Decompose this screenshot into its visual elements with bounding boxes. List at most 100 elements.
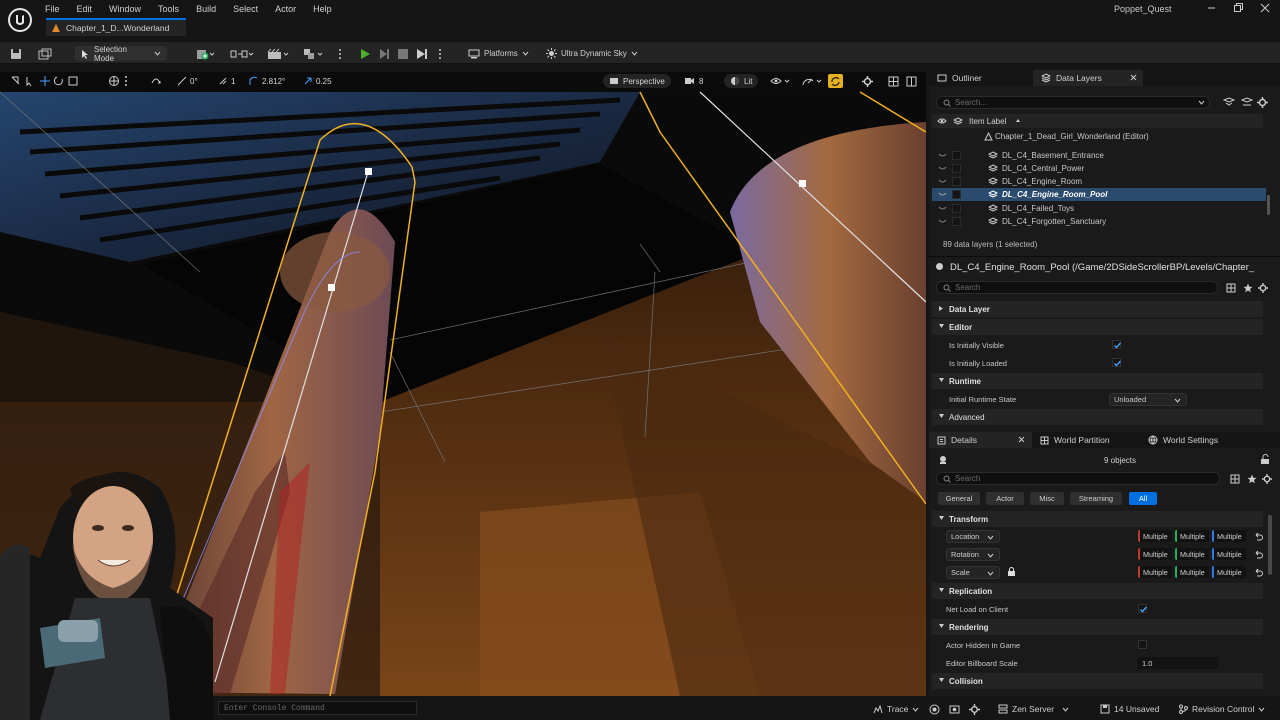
trace-settings-icon[interactable] bbox=[969, 703, 980, 715]
tab-data-layers[interactable]: Data Layers bbox=[1033, 70, 1143, 86]
visibility-eye-icon[interactable] bbox=[938, 178, 947, 185]
tab-world-partition[interactable]: World Partition bbox=[1032, 432, 1140, 448]
reset-rotation-icon[interactable] bbox=[1254, 550, 1263, 559]
loaded-checkbox[interactable] bbox=[952, 217, 961, 226]
unsaved-indicator[interactable]: 14 Unsaved bbox=[1100, 703, 1159, 715]
visibility-eye-icon[interactable] bbox=[938, 191, 947, 198]
rotation-y-field[interactable]: Multiple bbox=[1175, 548, 1209, 560]
surface-snap-icon[interactable] bbox=[150, 74, 162, 88]
loaded-checkbox[interactable] bbox=[952, 190, 961, 199]
menu-help[interactable]: Help bbox=[313, 4, 332, 14]
visibility-eye-icon[interactable] bbox=[938, 165, 947, 172]
viewport-settings-icon[interactable] bbox=[862, 74, 876, 88]
scale-snap-control[interactable]: 0.25 bbox=[303, 74, 332, 88]
filter-misc[interactable]: Misc bbox=[1030, 492, 1064, 505]
zen-server-dropdown[interactable]: Zen Server bbox=[998, 703, 1069, 715]
add-actor-icon[interactable] bbox=[196, 46, 216, 61]
list-item[interactable]: DL_C4_Engine_Room bbox=[932, 175, 1266, 188]
section-editor[interactable]: Editor bbox=[932, 319, 1263, 335]
details-scrollbar[interactable] bbox=[1268, 515, 1272, 575]
location-dropdown[interactable]: Location bbox=[946, 530, 1000, 543]
loaded-column-icon[interactable] bbox=[953, 117, 963, 125]
menu-build[interactable]: Build bbox=[196, 4, 216, 14]
loaded-checkbox[interactable] bbox=[952, 164, 961, 173]
menu-window[interactable]: Window bbox=[109, 4, 141, 14]
tab-world-settings[interactable]: World Settings bbox=[1140, 432, 1248, 448]
world-local-icon[interactable] bbox=[108, 74, 120, 88]
initially-visible-checkbox[interactable] bbox=[1112, 340, 1122, 349]
revision-control-dropdown[interactable]: Revision Control bbox=[1178, 703, 1265, 715]
rotation-dropdown[interactable]: Rotation bbox=[946, 548, 1000, 561]
play-options-kebab-icon[interactable] bbox=[438, 46, 442, 61]
record-icon[interactable] bbox=[929, 703, 940, 715]
filter-streaming[interactable]: Streaming bbox=[1070, 492, 1122, 505]
advance-frame-icon[interactable] bbox=[378, 46, 390, 61]
table-view-icon[interactable] bbox=[1230, 474, 1240, 484]
blueprint-icon[interactable] bbox=[230, 46, 254, 61]
launch-icon[interactable] bbox=[416, 46, 428, 61]
list-item[interactable]: DL_C4_Basement_Entrance bbox=[932, 149, 1266, 162]
reset-scale-icon[interactable] bbox=[1254, 568, 1263, 577]
cinematics-icon[interactable] bbox=[267, 46, 291, 61]
filter-general[interactable]: General bbox=[938, 492, 980, 505]
list-item[interactable]: DL_C4_Central_Power bbox=[932, 162, 1266, 175]
location-z-field[interactable]: Multiple bbox=[1212, 530, 1246, 542]
layer-details-search-input[interactable]: Search bbox=[936, 281, 1218, 294]
section-transform[interactable]: Transform bbox=[932, 511, 1263, 527]
loaded-checkbox[interactable] bbox=[952, 204, 961, 213]
selection-mode-dropdown[interactable]: Selection Mode bbox=[75, 45, 167, 63]
build-icon[interactable] bbox=[303, 46, 327, 61]
billboard-scale-input[interactable]: 1.0 bbox=[1138, 657, 1218, 669]
close-window-icon[interactable] bbox=[1259, 2, 1271, 14]
minimize-icon[interactable] bbox=[1206, 2, 1218, 14]
table-view-icon[interactable] bbox=[1226, 283, 1236, 293]
section-data-layer[interactable]: Data Layer bbox=[932, 301, 1263, 317]
transform-mode-group[interactable] bbox=[10, 74, 80, 88]
star-icon[interactable] bbox=[1243, 283, 1253, 293]
visibility-eye-icon[interactable] bbox=[938, 152, 947, 159]
tab-outliner[interactable]: Outliner bbox=[929, 70, 1031, 86]
rotation-z-field[interactable]: Multiple bbox=[1212, 548, 1246, 560]
view-mode-dropdown[interactable]: Lit bbox=[724, 74, 759, 88]
show-flags-icon[interactable] bbox=[770, 74, 792, 88]
section-rendering[interactable]: Rendering bbox=[932, 619, 1263, 635]
play-icon[interactable] bbox=[359, 46, 371, 61]
perspective-dropdown[interactable]: Perspective bbox=[603, 74, 671, 88]
section-replication[interactable]: Replication bbox=[932, 583, 1263, 599]
net-load-checkbox[interactable] bbox=[1138, 604, 1148, 613]
platforms-dropdown[interactable]: Platforms bbox=[468, 46, 529, 61]
initially-loaded-checkbox[interactable] bbox=[1112, 358, 1122, 367]
lock-open-icon[interactable] bbox=[1260, 454, 1270, 465]
collapse-all-icon[interactable] bbox=[1241, 97, 1253, 108]
grid-snap-control[interactable]: 0° bbox=[177, 74, 198, 88]
location-x-field[interactable]: Multiple bbox=[1138, 530, 1172, 542]
tab-details[interactable]: Details bbox=[929, 432, 1032, 448]
filter-actor[interactable]: Actor bbox=[986, 492, 1024, 505]
visibility-column-icon[interactable] bbox=[937, 117, 947, 125]
camera-capture-icon[interactable] bbox=[949, 703, 960, 715]
save-icon[interactable] bbox=[10, 46, 22, 61]
rotation-snap-control[interactable]: 2.812° bbox=[248, 74, 285, 88]
close-tab-icon[interactable] bbox=[1130, 74, 1137, 81]
outliner-scrollbar[interactable] bbox=[1267, 195, 1270, 215]
runtime-state-dropdown[interactable]: Unloaded bbox=[1109, 393, 1187, 406]
stop-icon[interactable] bbox=[397, 46, 409, 61]
menu-actor[interactable]: Actor bbox=[275, 4, 296, 14]
filter-all[interactable]: All bbox=[1129, 492, 1157, 505]
location-y-field[interactable]: Multiple bbox=[1175, 530, 1209, 542]
outliner-search-input[interactable]: Search... bbox=[936, 96, 1210, 109]
menu-edit[interactable]: Edit bbox=[77, 4, 93, 14]
level-document-tab[interactable]: Chapter_1_D...Wonderland bbox=[46, 18, 186, 36]
layout-icon[interactable] bbox=[888, 74, 899, 88]
viewport-kebab-icon[interactable] bbox=[124, 74, 128, 88]
list-item[interactable]: DL_C4_Forgotten_Sanctuary bbox=[932, 215, 1266, 228]
outliner-settings-icon[interactable] bbox=[1257, 97, 1268, 108]
restore-icon[interactable] bbox=[1232, 2, 1244, 14]
menu-file[interactable]: File bbox=[45, 4, 60, 14]
grid-size-control[interactable]: 1 bbox=[218, 74, 235, 88]
section-runtime[interactable]: Runtime bbox=[932, 373, 1263, 389]
section-advanced[interactable]: Advanced bbox=[932, 409, 1263, 425]
loaded-checkbox[interactable] bbox=[952, 177, 961, 186]
scale-dropdown[interactable]: Scale bbox=[946, 566, 1000, 579]
reset-location-icon[interactable] bbox=[1254, 532, 1263, 541]
